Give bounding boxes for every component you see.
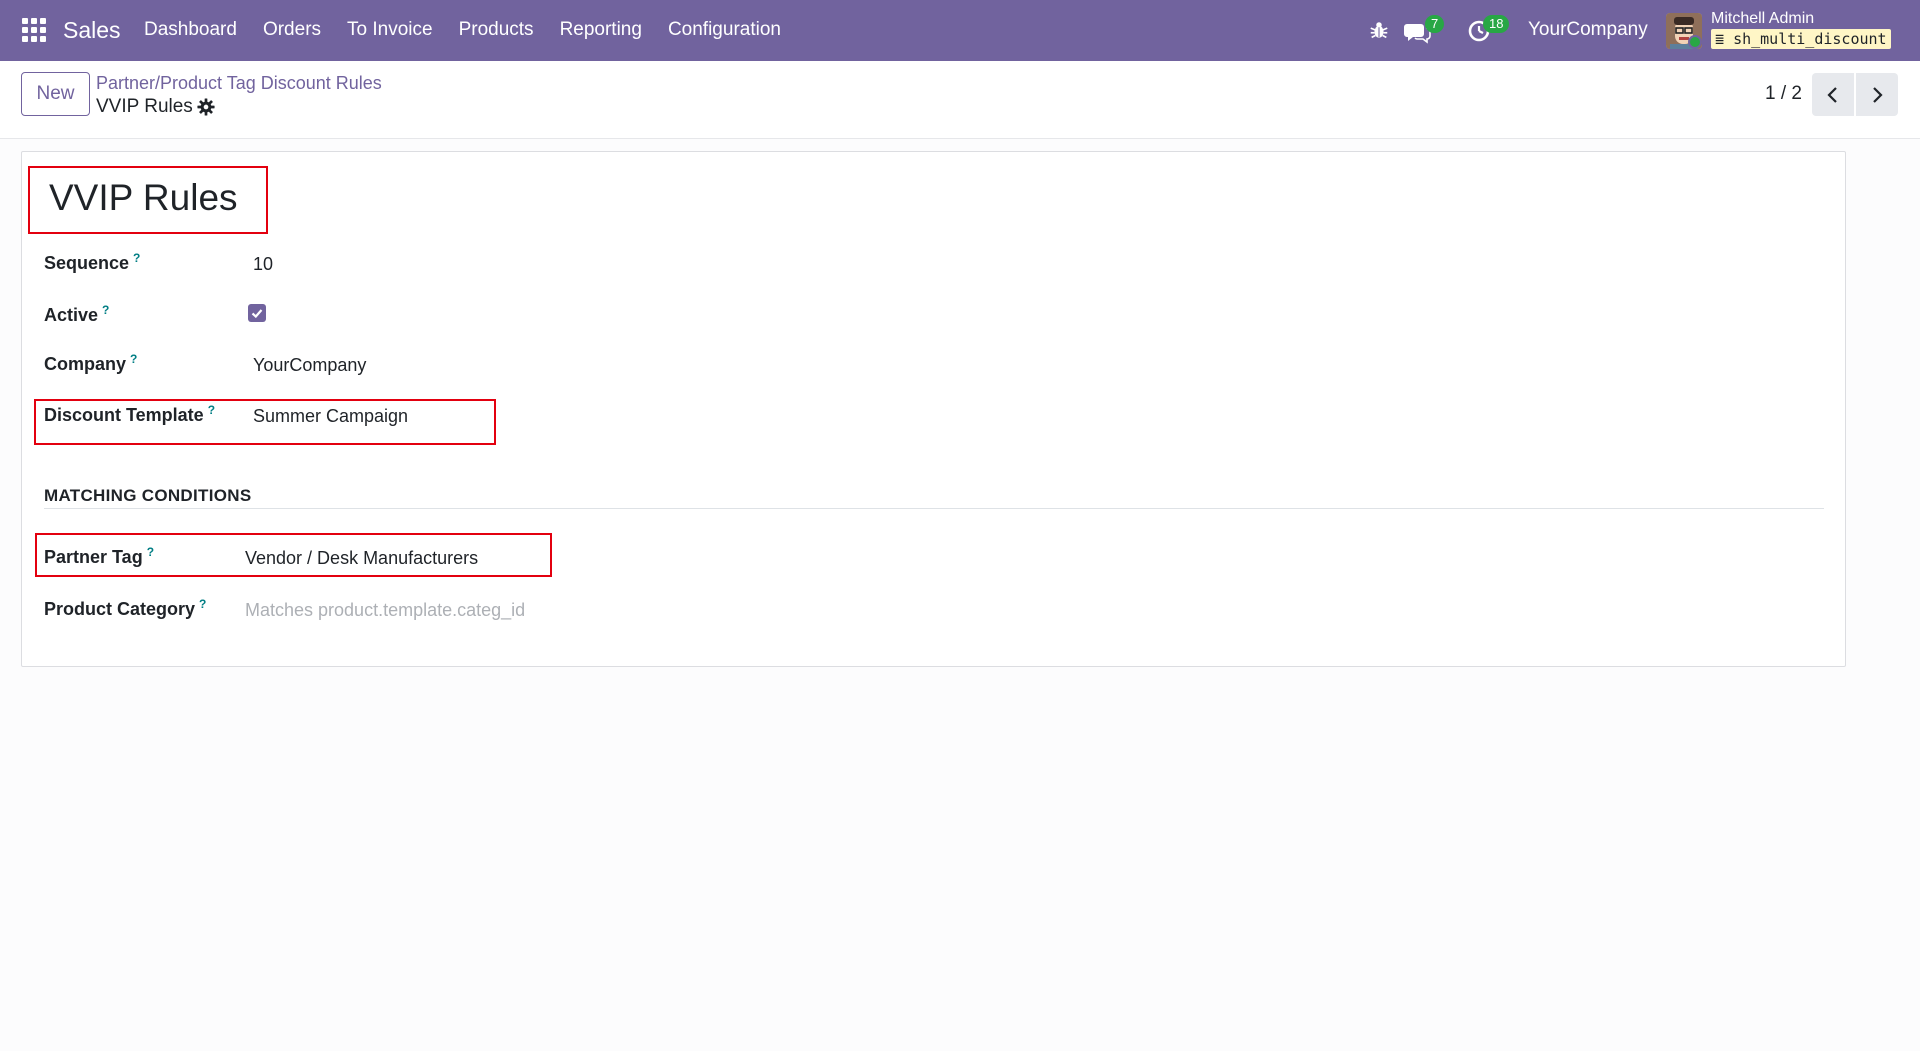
online-status-icon bbox=[1688, 35, 1702, 49]
discount-template-label-text: Discount Template bbox=[44, 405, 204, 425]
record-name-input[interactable]: VVIP Rules bbox=[49, 177, 238, 219]
help-tooltip-icon[interactable]: ? bbox=[147, 545, 154, 559]
messages-badge: 7 bbox=[1425, 15, 1445, 33]
pager-value[interactable]: 1 / 2 bbox=[1765, 83, 1802, 105]
page-title: VVIP Rules bbox=[96, 96, 193, 117]
sequence-label-text: Sequence bbox=[44, 253, 130, 273]
active-checkbox[interactable] bbox=[248, 304, 266, 322]
section-title: MATCHING CONDITIONS bbox=[44, 486, 252, 505]
new-button[interactable]: New bbox=[21, 72, 90, 116]
chevron-right-icon bbox=[1873, 86, 1883, 103]
discount-template-field[interactable]: Summer Campaign bbox=[253, 406, 408, 427]
menu-reporting[interactable]: Reporting bbox=[560, 19, 642, 41]
menu-dashboard[interactable]: Dashboard bbox=[144, 19, 237, 41]
menu-products[interactable]: Products bbox=[459, 19, 534, 41]
top-navbar: Sales Dashboard Orders To Invoice Produc… bbox=[0, 0, 1920, 61]
section-divider bbox=[44, 508, 1824, 509]
product-category-label: Product Category? bbox=[44, 597, 206, 620]
active-label: Active? bbox=[44, 303, 109, 326]
gear-icon[interactable] bbox=[197, 98, 215, 116]
partner-tag-label-text: Partner Tag bbox=[44, 547, 143, 567]
control-panel: New Partner/Product Tag Discount Rules V… bbox=[0, 61, 1920, 139]
product-category-field[interactable]: Matches product.template.categ_id bbox=[245, 600, 525, 621]
company-switcher[interactable]: YourCompany bbox=[1528, 19, 1648, 41]
pager-previous-button[interactable] bbox=[1812, 73, 1854, 116]
sequence-label: Sequence? bbox=[44, 251, 140, 274]
menu-configuration[interactable]: Configuration bbox=[668, 19, 781, 41]
help-tooltip-icon[interactable]: ? bbox=[208, 403, 215, 417]
database-icon: ≣ bbox=[1715, 30, 1734, 48]
activities-badge: 18 bbox=[1483, 15, 1510, 33]
help-tooltip-icon[interactable]: ? bbox=[102, 303, 109, 317]
chevron-left-icon bbox=[1827, 86, 1837, 103]
apps-icon[interactable] bbox=[22, 18, 46, 42]
user-name[interactable]: Mitchell Admin bbox=[1711, 10, 1814, 28]
app-name[interactable]: Sales bbox=[63, 17, 121, 44]
partner-tag-field[interactable]: Vendor / Desk Manufacturers bbox=[245, 548, 478, 569]
menu-to-invoice[interactable]: To Invoice bbox=[347, 19, 433, 41]
help-tooltip-icon[interactable]: ? bbox=[133, 251, 140, 265]
help-tooltip-icon[interactable]: ? bbox=[199, 597, 206, 611]
menu-orders[interactable]: Orders bbox=[263, 19, 321, 41]
company-field[interactable]: YourCompany bbox=[253, 355, 366, 376]
breadcrumb[interactable]: Partner/Product Tag Discount Rules bbox=[96, 73, 382, 94]
active-label-text: Active bbox=[44, 305, 99, 325]
partner-tag-label: Partner Tag? bbox=[44, 545, 154, 568]
help-tooltip-icon[interactable]: ? bbox=[130, 352, 137, 366]
bug-icon[interactable] bbox=[1368, 19, 1390, 41]
database-badge: ≣ sh_multi_discount bbox=[1711, 29, 1891, 49]
company-label-text: Company bbox=[44, 354, 127, 374]
pager-next-button[interactable] bbox=[1856, 73, 1898, 116]
discount-template-label: Discount Template? bbox=[44, 403, 215, 426]
check-icon bbox=[251, 309, 263, 319]
company-label: Company? bbox=[44, 352, 137, 375]
product-category-label-text: Product Category bbox=[44, 599, 196, 619]
database-name: sh_multi_discount bbox=[1733, 30, 1887, 48]
main-menu: Dashboard Orders To Invoice Products Rep… bbox=[144, 19, 807, 41]
sequence-field[interactable]: 10 bbox=[253, 254, 273, 275]
